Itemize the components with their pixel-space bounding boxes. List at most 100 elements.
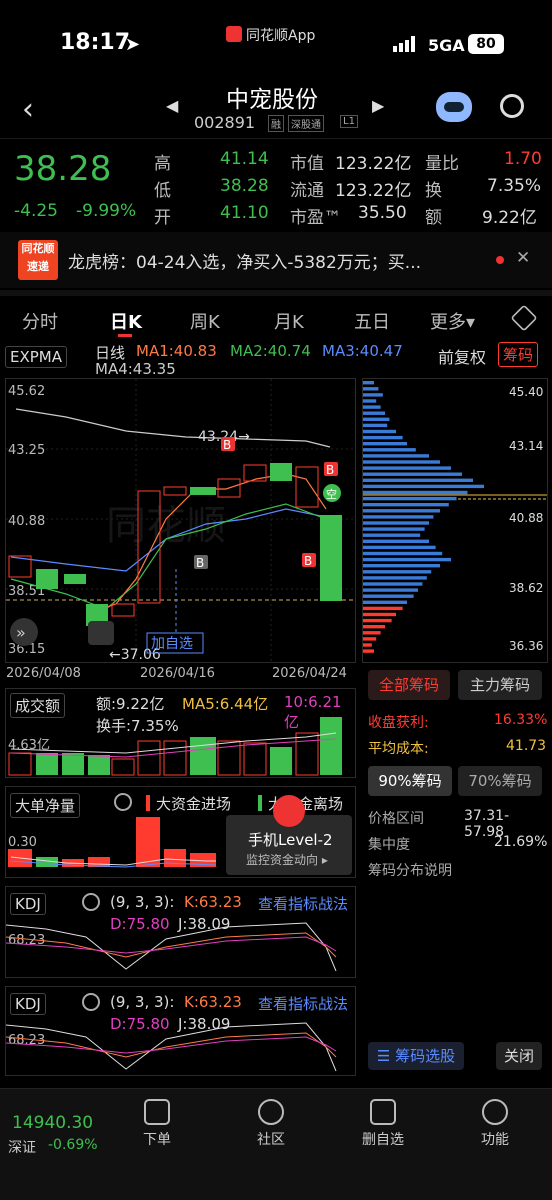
chip-bar bbox=[363, 381, 374, 385]
back-arrow-icon[interactable]: ‹ bbox=[22, 92, 34, 127]
chip-select-button[interactable]: ☰ 筹码选股 bbox=[368, 1042, 464, 1070]
chip-tick-4: 38.62 bbox=[509, 581, 544, 595]
date-mid: 2026/04/16 bbox=[140, 666, 215, 681]
chip-bar bbox=[363, 539, 429, 543]
tab-more[interactable]: 更多▾ bbox=[430, 308, 475, 334]
kdj-panel-1[interactable]: KDJ (9, 3, 3): K:63.23 查看指标战法 D:75.80 J:… bbox=[5, 886, 356, 978]
watermark: 同花顺 bbox=[106, 503, 226, 549]
chip-bar bbox=[363, 521, 429, 525]
nav-community[interactable]: 社区 bbox=[236, 1099, 306, 1149]
search-icon[interactable] bbox=[500, 94, 524, 118]
svg-text:»: » bbox=[16, 623, 26, 642]
kline-chart[interactable]: 同花顺 45.62 43.25 40.88 38.51 36.15 43.24→… bbox=[5, 378, 356, 663]
chip-bar bbox=[363, 393, 383, 397]
chip-bar bbox=[363, 429, 396, 434]
y-tick-1: 45.62 bbox=[8, 384, 45, 399]
index-value[interactable]: 14940.30 bbox=[12, 1113, 93, 1133]
chip-bar bbox=[363, 545, 436, 550]
y-tick-3: 40.88 bbox=[8, 514, 45, 529]
chip-bar bbox=[363, 637, 377, 641]
indicator-select[interactable]: EXPMA bbox=[5, 346, 68, 368]
quote-panel: 38.28 -4.25 -9.99% 高 低 开 41.14 38.28 41.… bbox=[0, 138, 552, 230]
nav-order[interactable]: 下单 bbox=[122, 1099, 192, 1149]
y-tick-2: 43.25 bbox=[8, 443, 45, 458]
tab-all-chips[interactable]: 全部筹码 bbox=[368, 670, 450, 700]
chip-tick-1: 45.40 bbox=[509, 385, 544, 399]
order-icon bbox=[144, 1099, 170, 1125]
next-stock-icon[interactable]: ▶ bbox=[372, 96, 384, 115]
volratio-value: 1.70 bbox=[504, 149, 542, 169]
amount-value: 9.22亿 bbox=[482, 208, 537, 228]
big-order-panel[interactable]: 大单净量 大资金进场 大资金离场 0.30 手机Level-2 监控资金动向 ▸ bbox=[5, 786, 356, 878]
unread-dot bbox=[496, 256, 504, 264]
kdj-panel-2[interactable]: KDJ (9, 3, 3): K:63.23 查看指标战法 D:75.80 J:… bbox=[5, 986, 356, 1076]
high-value: 41.14 bbox=[220, 149, 269, 169]
chips-button[interactable]: 筹码 bbox=[498, 342, 539, 367]
stock-header: ‹ ◀ 中宠股份 002891 融 深股通 L1 ▶ bbox=[0, 80, 552, 138]
bottom-nav: 14940.30 深证 -0.69% 下单 社区 删自选 功能 bbox=[0, 1088, 552, 1200]
chip-bar bbox=[363, 417, 390, 421]
news-ticker[interactable]: 同花顺 速递 龙虎榜：04-24入选，净买入-5382万元；买... ✕ bbox=[0, 232, 552, 288]
price-change: -4.25 bbox=[14, 201, 58, 221]
chip-bar bbox=[363, 490, 468, 495]
svg-text:B: B bbox=[304, 554, 312, 568]
chip-70-toggle[interactable]: 70%筹码 bbox=[458, 766, 542, 796]
close-chips-button[interactable]: 关闭 bbox=[496, 1042, 542, 1070]
ma3-value: MA3:40.47 bbox=[322, 342, 403, 360]
open-value: 41.10 bbox=[220, 203, 269, 223]
prev-stock-icon[interactable]: ◀ bbox=[166, 96, 178, 115]
chip-bar bbox=[363, 472, 462, 476]
chip-bar bbox=[363, 649, 374, 653]
level2-promo[interactable]: 手机Level-2 监控资金动向 ▸ bbox=[226, 795, 352, 875]
network-label: 5GA bbox=[428, 36, 465, 55]
profit-ratio-label: 收盘获利: bbox=[368, 715, 429, 731]
settings-icon[interactable] bbox=[510, 304, 538, 332]
index-change: -0.69% bbox=[48, 1137, 98, 1153]
chip-bar bbox=[363, 631, 381, 635]
chip-bar bbox=[363, 600, 407, 604]
nav-functions[interactable]: 功能 bbox=[460, 1099, 530, 1149]
tab-active-indicator bbox=[118, 334, 132, 337]
chip-bar bbox=[363, 551, 443, 556]
tag-level: L1 bbox=[340, 115, 358, 128]
tab-daily[interactable]: 日K bbox=[110, 308, 142, 334]
concentration-label: 集中度 bbox=[368, 837, 410, 853]
chip-info-panel: 全部筹码 主力筹码 收盘获利: 16.33% 平均成本: 41.73 90%筹码… bbox=[362, 668, 548, 1076]
chip-tick-3: 40.88 bbox=[509, 511, 544, 525]
price-range-label: 价格区间 bbox=[368, 811, 424, 827]
assistant-robot-icon[interactable] bbox=[436, 92, 472, 122]
chip-bar bbox=[363, 588, 418, 592]
tab-intraday[interactable]: 分时 bbox=[22, 308, 58, 334]
chip-bar bbox=[363, 625, 385, 629]
nav-remove-watch[interactable]: 删自选 bbox=[348, 1099, 418, 1149]
chip-explain-link[interactable]: 筹码分布说明 bbox=[368, 860, 452, 880]
date-start: 2026/04/08 bbox=[6, 666, 81, 681]
tab-monthly[interactable]: 月K bbox=[274, 308, 304, 334]
chip-bar bbox=[363, 448, 416, 452]
chip-bar bbox=[363, 387, 379, 391]
float-label: 流通 bbox=[290, 181, 324, 201]
chip-bar bbox=[363, 618, 392, 623]
volume-panel[interactable]: 成交额 额:9.22亿 MA5:6.44亿 10:6.21亿 换手:7.35% … bbox=[5, 688, 356, 778]
tab-fiveday[interactable]: 五日 bbox=[354, 308, 390, 334]
svg-text:B: B bbox=[196, 556, 204, 570]
svg-text:B: B bbox=[223, 438, 231, 452]
close-icon[interactable]: ✕ bbox=[516, 248, 530, 268]
ma4-value: MA4:43.35 bbox=[95, 360, 176, 378]
chip-bar bbox=[363, 527, 425, 531]
concentration-value: 21.69% bbox=[494, 834, 548, 850]
chip-bar bbox=[363, 478, 473, 482]
remove-watch-icon bbox=[370, 1099, 396, 1125]
tab-main-chips[interactable]: 主力筹码 bbox=[458, 670, 542, 700]
turnover-value: 7.35% bbox=[487, 176, 542, 196]
chip-90-toggle[interactable]: 90%筹码 bbox=[368, 766, 452, 796]
low-value: 38.28 bbox=[220, 176, 269, 196]
chip-bar bbox=[363, 515, 434, 519]
clock: 18:17 bbox=[60, 30, 131, 55]
adjust-toggle[interactable]: 前复权 bbox=[438, 344, 486, 368]
location-icon: ➤ bbox=[125, 34, 141, 55]
tab-weekly[interactable]: 周K bbox=[190, 308, 220, 334]
chip-bar bbox=[363, 576, 427, 580]
chip-bar bbox=[363, 399, 377, 403]
stock-name: 中宠股份 bbox=[226, 87, 318, 113]
